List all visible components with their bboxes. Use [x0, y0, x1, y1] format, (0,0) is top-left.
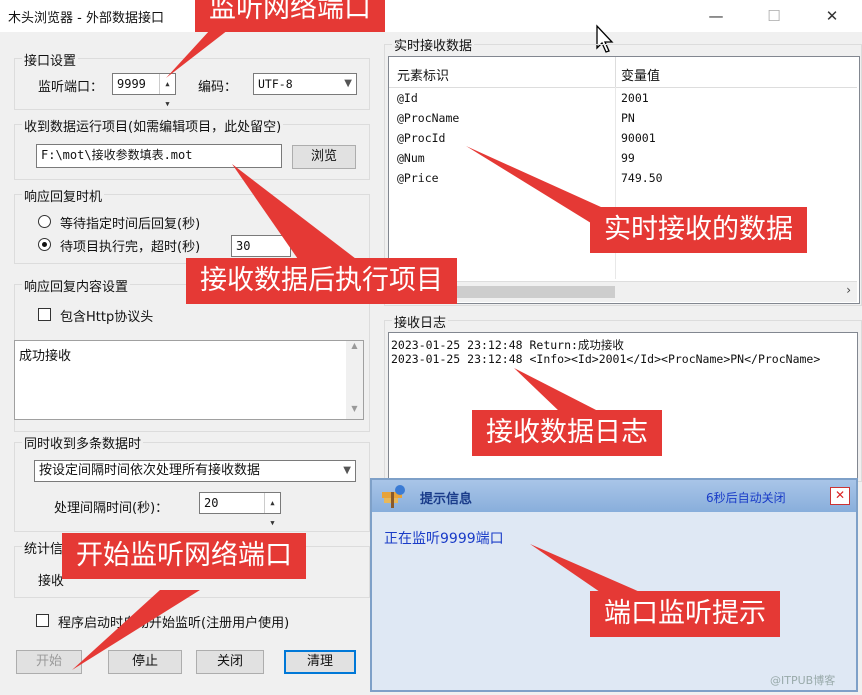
col-name-header[interactable]: 元素标识 — [397, 65, 449, 84]
row-value: 90001 — [621, 131, 656, 145]
port-settings-label: 接口设置 — [22, 50, 79, 69]
receive-count-label: 接收 — [38, 574, 65, 589]
timeout-input[interactable]: 30 — [231, 235, 291, 257]
row-name: @Price — [397, 171, 439, 185]
chevron-down-icon: ▼ — [343, 465, 351, 476]
callout-receive-log: 接收数据日志 — [472, 410, 662, 456]
row-name: @ProcName — [397, 111, 460, 125]
watermark: @ITPUB博客 — [770, 674, 836, 687]
table-row[interactable]: @Price — [397, 171, 439, 185]
close-window-button[interactable]: ✕ — [812, 4, 852, 28]
notification-popup: 提示信息 6秒后自动关闭 ✕ 正在监听9999端口 — [370, 478, 858, 692]
browse-button[interactable]: 浏览 — [292, 145, 356, 169]
multi-data-mode-value: 按设定间隔时间依次处理所有接收数据 — [39, 463, 261, 478]
realtime-grid[interactable]: 元素标识 变量值 @Id 2001 @ProcName PN @ProcId 9… — [388, 56, 860, 304]
column-divider — [615, 57, 616, 87]
row-value: 749.50 — [621, 171, 663, 185]
row-name: @ProcId — [397, 131, 446, 145]
callout-listen-port: 监听网络端口 — [195, 0, 385, 32]
wait-project-label: 待项目执行完，超时(秒) — [60, 240, 201, 255]
popup-message: 正在监听9999端口 — [384, 531, 504, 547]
table-row[interactable]: @ProcId — [397, 131, 445, 145]
realtime-label: 实时接收数据 — [392, 35, 475, 54]
log-line: 2023-01-25 23:12:48 Return:成功接收 — [391, 338, 624, 352]
grid-header: 元素标识 变量值 — [389, 57, 857, 88]
callout-run-project: 接收数据后执行项目 — [186, 258, 457, 304]
interval-label: 处理间隔时间(秒)： — [54, 501, 169, 516]
stop-button[interactable]: 停止 — [108, 650, 182, 674]
textarea-scrollbar[interactable]: ▲ ▼ — [346, 341, 363, 419]
maximize-button[interactable]: ☐ — [754, 4, 794, 28]
timeout-value: 30 — [236, 239, 251, 253]
row-value: 99 — [621, 151, 635, 165]
multi-data-group — [14, 442, 370, 532]
row-value: PN — [621, 111, 635, 125]
window-title: 木头浏览器 - 外部数据接口 — [8, 11, 164, 26]
autostart-label: 程序启动时自动开始监听(注册用户使用) — [58, 616, 290, 631]
multi-data-mode-select[interactable]: 按设定间隔时间依次处理所有接收数据 ▼ — [34, 460, 356, 482]
reply-timing-label: 响应回复时机 — [22, 186, 105, 205]
stats-label: 统计信 — [22, 538, 66, 557]
wait-time-radio[interactable] — [38, 215, 51, 228]
reply-content-value: 成功接收 — [19, 349, 72, 364]
interval-input[interactable]: 20 ▲ ▼ — [199, 492, 281, 527]
clear-button[interactable]: 清理 — [284, 650, 356, 674]
callout-port-tip: 端口监听提示 — [590, 591, 780, 637]
project-path-value: F:\mot\接收参数填表.mot — [41, 148, 193, 162]
minimize-button[interactable]: — — [696, 4, 736, 28]
interval-value: 20 — [204, 496, 219, 510]
popup-title: 提示信息 — [420, 492, 473, 507]
run-project-label: 收到数据运行项目(如需编辑项目，此处留空) — [22, 116, 284, 135]
autostart-checkbox[interactable] — [36, 614, 49, 627]
table-row[interactable]: @Num — [397, 151, 425, 165]
encoding-value: UTF-8 — [258, 77, 293, 91]
info-signpost-icon — [382, 485, 405, 508]
wait-project-radio[interactable] — [38, 238, 51, 251]
reply-content-textarea[interactable]: 成功接收 ▲ ▼ — [14, 340, 364, 420]
reply-content-label: 响应回复内容设置 — [22, 276, 131, 295]
popup-autoclose: 6秒后自动关闭 — [706, 491, 786, 505]
port-input[interactable]: 9999 ▲ ▼ — [112, 73, 176, 108]
port-value: 9999 — [117, 77, 146, 91]
interval-spinner[interactable]: ▲ ▼ — [264, 493, 280, 527]
start-button[interactable]: 开始 — [16, 650, 82, 674]
include-http-checkbox[interactable] — [38, 308, 51, 321]
table-row[interactable]: @Id — [397, 91, 418, 105]
row-name: @Id — [397, 91, 418, 105]
table-row[interactable]: @ProcName — [397, 111, 459, 125]
log-textarea[interactable]: 2023-01-25 23:12:48 Return:成功接收 2023-01-… — [388, 332, 858, 480]
project-path-input[interactable]: F:\mot\接收参数填表.mot — [36, 144, 282, 168]
popup-header: 提示信息 6秒后自动关闭 ✕ — [372, 480, 856, 512]
log-label: 接收日志 — [392, 312, 449, 331]
include-http-label: 包含Http协议头 — [60, 310, 154, 325]
horizontal-scrollbar[interactable]: ◀ › — [389, 281, 857, 302]
col-value-header[interactable]: 变量值 — [621, 65, 660, 84]
wait-time-label: 等待指定时间后回复(秒) — [60, 217, 201, 232]
log-line: 2023-01-25 23:12:48 <Info><Id>2001</Id><… — [391, 352, 821, 366]
scroll-right-icon[interactable]: › — [846, 283, 851, 297]
popup-close-icon[interactable]: ✕ — [830, 487, 850, 505]
row-value: 2001 — [621, 91, 649, 105]
port-spinner[interactable]: ▲ ▼ — [159, 74, 175, 108]
encoding-label: 编码： — [198, 80, 238, 95]
chevron-down-icon: ▼ — [344, 78, 352, 89]
multi-data-label: 同时收到多条数据时 — [22, 433, 144, 452]
callout-start-listen: 开始监听网络端口 — [62, 533, 306, 579]
port-label: 监听端口： — [38, 80, 104, 95]
close-button[interactable]: 关闭 — [196, 650, 264, 674]
encoding-select[interactable]: UTF-8 ▼ — [253, 73, 357, 95]
callout-realtime-data: 实时接收的数据 — [590, 207, 807, 253]
title-bar: 木头浏览器 - 外部数据接口 — ☐ ✕ — [0, 0, 862, 32]
row-name: @Num — [397, 151, 425, 165]
